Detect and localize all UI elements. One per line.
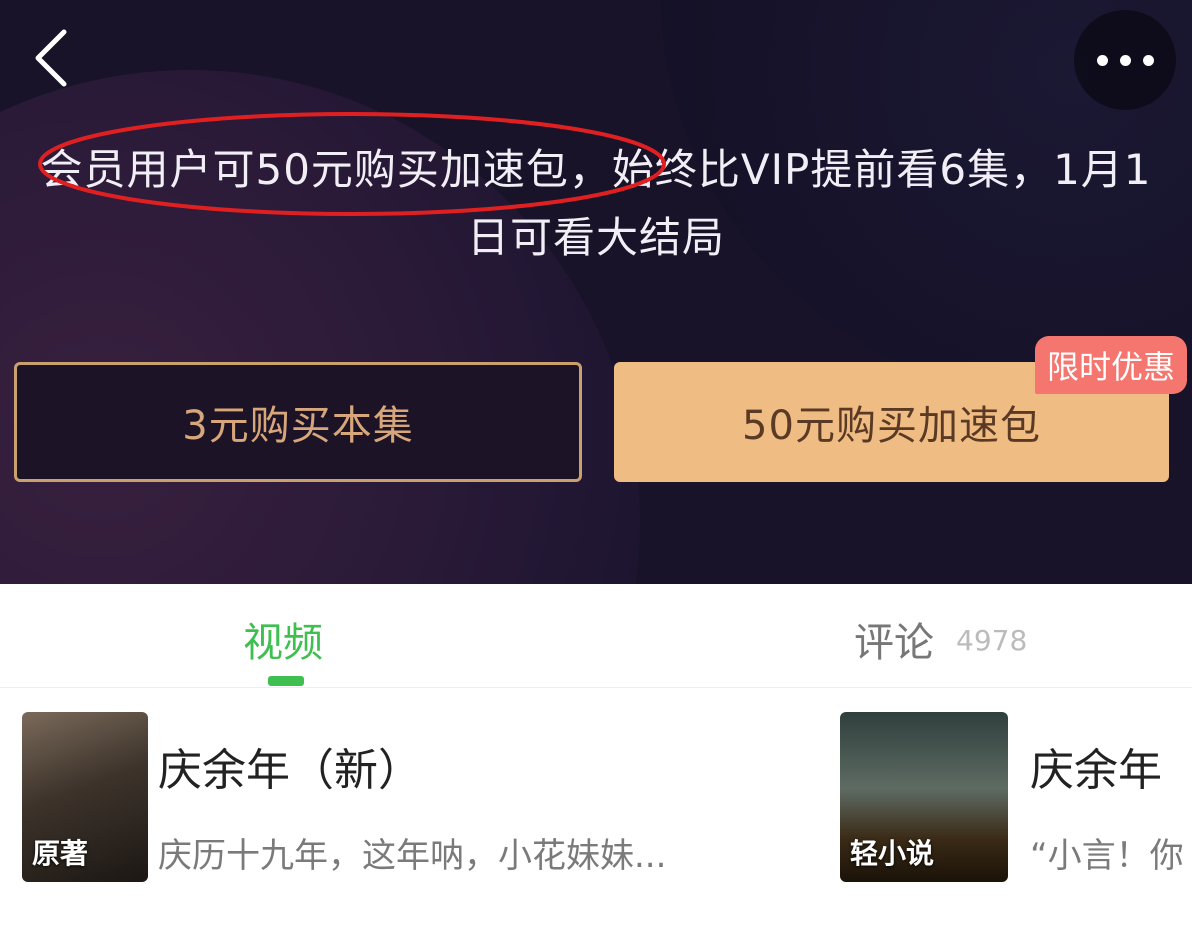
item-description: 庆历十九年，这年呐，小花妹妹... — [158, 836, 667, 876]
item-title: 庆余年（新） — [158, 745, 422, 796]
purchase-banner: 会员用户可50元购买加速包，始终比VIP提前看6集，1月1日可看大结局 3元购买… — [0, 0, 1192, 584]
annotation-ellipse — [38, 112, 666, 216]
list-item[interactable]: 原著 庆余年（新） 庆历十九年，这年呐，小花妹妹... — [22, 712, 802, 884]
limited-offer-badge: 限时优惠 — [1035, 336, 1187, 394]
tab-comments[interactable]: 评论 — [854, 610, 934, 668]
tab-bar: 视频 评论 4978 — [0, 584, 1192, 688]
book-cover: 轻小说 — [840, 712, 1008, 882]
book-cover: 原著 — [22, 712, 148, 882]
list-item[interactable]: 轻小说 庆余年 “小言！你 — [840, 712, 1192, 884]
chevron-left-icon — [35, 29, 67, 87]
buy-episode-button[interactable]: 3元购买本集 — [14, 362, 582, 482]
tab-video[interactable]: 视频 — [243, 610, 323, 668]
back-button[interactable] — [22, 26, 82, 90]
cover-label: 原著 — [32, 837, 89, 870]
comments-count: 4978 — [956, 624, 1028, 657]
active-tab-indicator — [268, 676, 304, 686]
more-horizontal-icon — [1096, 54, 1108, 66]
more-horizontal-icon — [1119, 54, 1131, 66]
item-title: 庆余年 — [1030, 745, 1162, 796]
cover-label: 轻小说 — [850, 837, 935, 870]
more-horizontal-icon — [1142, 54, 1154, 66]
item-description: “小言！你 — [1030, 836, 1184, 876]
more-button[interactable] — [1074, 10, 1176, 110]
